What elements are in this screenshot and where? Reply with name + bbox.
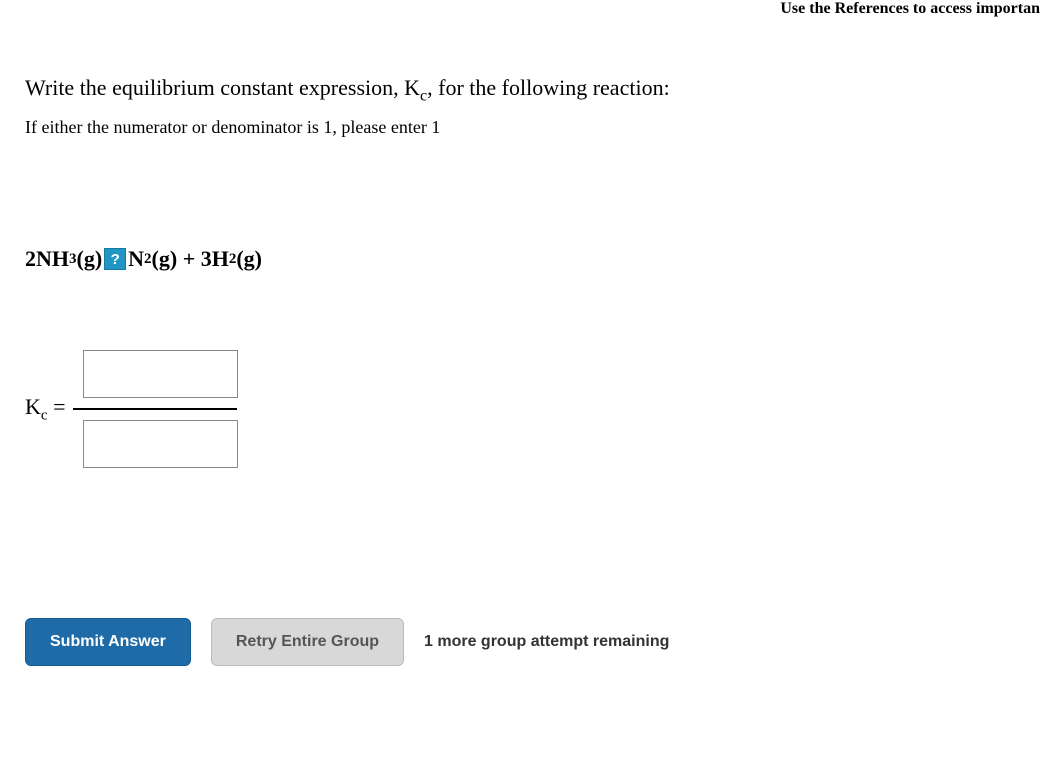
reaction-part3: N [128, 246, 144, 272]
question-instruction: If either the numerator or denominator i… [25, 117, 1015, 138]
reaction-sub3: 2 [144, 251, 152, 268]
retry-button[interactable]: Retry Entire Group [211, 618, 404, 666]
button-row: Submit Answer Retry Entire Group 1 more … [25, 618, 1015, 666]
top-cutoff-text: Use the References to access importan [780, 0, 1040, 18]
equation-area: Kc = [25, 350, 1015, 468]
title-prefix: Write the equilibrium constant expressio… [25, 75, 420, 100]
fraction [73, 350, 238, 468]
reaction-part1: 2NH [25, 246, 69, 272]
fraction-line [73, 408, 237, 410]
reaction-part4: (g) + 3H [152, 246, 229, 272]
question-title: Write the equilibrium constant expressio… [25, 75, 1015, 105]
reaction-sub1: 3 [69, 251, 77, 268]
numerator-input[interactable] [83, 350, 238, 398]
title-suffix: , for the following reaction: [427, 75, 670, 100]
help-icon[interactable]: ? [104, 248, 126, 270]
reaction-part5: (g) [236, 246, 262, 272]
kc-k: K [25, 394, 41, 419]
kc-equals: = [48, 394, 66, 419]
question-content: Write the equilibrium constant expressio… [0, 0, 1040, 666]
attempts-remaining: 1 more group attempt remaining [424, 633, 669, 651]
denominator-input[interactable] [83, 420, 238, 468]
kc-sub: c [41, 408, 48, 424]
reaction-equation: 2NH3(g) ?N2(g) + 3H2(g) [25, 246, 1015, 272]
submit-button[interactable]: Submit Answer [25, 618, 191, 666]
kc-label: Kc = [25, 394, 65, 424]
reaction-part2: (g) [77, 246, 103, 272]
reaction-sub4: 2 [229, 251, 237, 268]
